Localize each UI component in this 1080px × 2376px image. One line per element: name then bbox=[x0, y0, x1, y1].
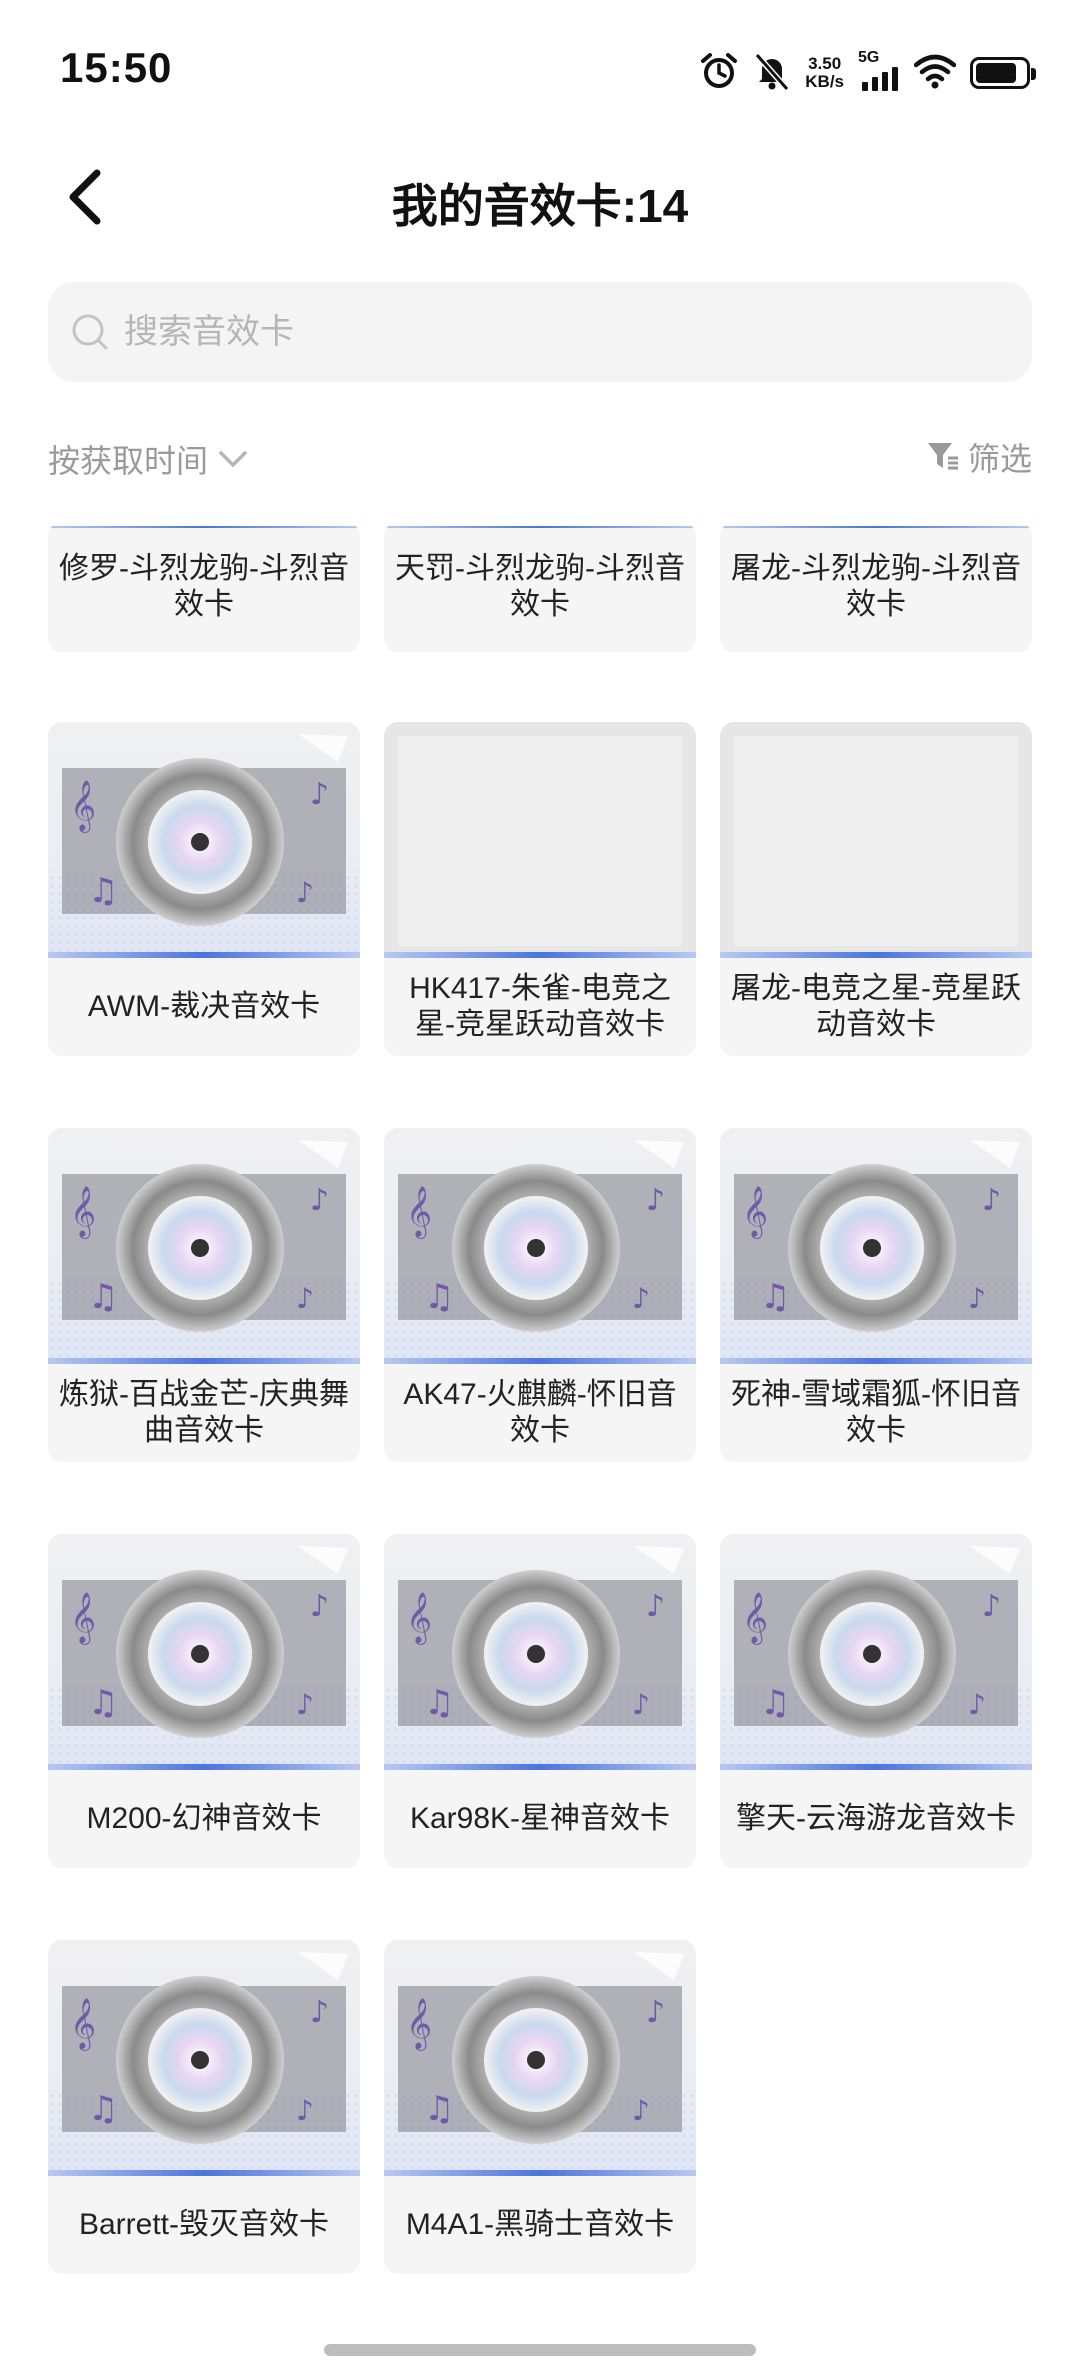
sound-card[interactable]: AK47-火麒麟-怀旧音效卡 bbox=[384, 1128, 696, 1462]
toolbar: 按获取时间 筛选 bbox=[48, 428, 1032, 488]
card-name: 死神-雪域霜狐-怀旧音效卡 bbox=[731, 1378, 1021, 1447]
card-name: 天罚-斗烈龙驹-斗烈音效卡 bbox=[395, 552, 685, 621]
mute-bell-icon bbox=[753, 51, 791, 96]
speed-value: 3.50 bbox=[808, 54, 842, 73]
card-thumbnail bbox=[48, 1128, 360, 1364]
card-thumbnail-placeholder bbox=[720, 722, 1032, 958]
sound-card[interactable]: M4A1-黑骑士音效卡 bbox=[384, 1940, 696, 2274]
chevron-down-icon bbox=[219, 451, 247, 467]
sound-card[interactable]: Kar98K-星神音效卡 bbox=[384, 1534, 696, 1868]
network-speed: 3.50 KB/s bbox=[805, 55, 844, 91]
status-time: 15:50 bbox=[60, 44, 173, 91]
card-name: Barrett-毁灭音效卡 bbox=[78, 2208, 330, 2241]
status-icons: 3.50 KB/s 5G bbox=[699, 49, 1036, 96]
card-name: 屠龙-电竞之星-竞星跃动音效卡 bbox=[731, 972, 1021, 1041]
status-bar: 15:50 3.50 KB/s 5G bbox=[0, 0, 1080, 140]
filter-button[interactable]: 筛选 bbox=[926, 434, 1032, 480]
card-name: AK47-火麒麟-怀旧音效卡 bbox=[403, 1378, 677, 1447]
card-thumbnail-placeholder bbox=[384, 722, 696, 958]
card-name: M200-幻神音效卡 bbox=[86, 1802, 322, 1835]
card-name: M4A1-黑骑士音效卡 bbox=[405, 2208, 675, 2241]
card-thumbnail bbox=[48, 722, 360, 958]
sound-card[interactable]: AWM-裁决音效卡 bbox=[48, 722, 360, 1056]
card-name: 擎天-云海游龙音效卡 bbox=[736, 1802, 1016, 1835]
speed-unit: KB/s bbox=[805, 72, 844, 91]
card-thumbnail bbox=[48, 1940, 360, 2176]
sound-card-grid: 修罗-斗烈龙驹-斗烈音效卡 天罚-斗烈龙驹-斗烈音效卡 屠龙-斗烈龙驹-斗烈音效… bbox=[48, 526, 1032, 2286]
sound-card[interactable]: 天罚-斗烈龙驹-斗烈音效卡 bbox=[384, 526, 696, 652]
page-title: 我的音效卡:14 bbox=[391, 180, 689, 232]
filter-icon bbox=[927, 443, 958, 470]
filter-label: 筛选 bbox=[967, 441, 1032, 477]
sound-card[interactable]: 炼狱-百战金芒-庆典舞曲音效卡 bbox=[48, 1128, 360, 1462]
sound-card[interactable]: 屠龙-电竞之星-竞星跃动音效卡 bbox=[720, 722, 1032, 1056]
sound-card[interactable]: 修罗-斗烈龙驹-斗烈音效卡 bbox=[48, 526, 360, 652]
alarm-icon bbox=[699, 51, 739, 96]
sound-card[interactable]: 屠龙-斗烈龙驹-斗烈音效卡 bbox=[720, 526, 1032, 652]
sort-dropdown[interactable]: 按获取时间 bbox=[48, 436, 248, 482]
card-thumbnail bbox=[720, 526, 1032, 528]
search-icon bbox=[72, 314, 108, 350]
card-name: 屠龙-斗烈龙驹-斗烈音效卡 bbox=[731, 552, 1021, 621]
card-thumbnail bbox=[384, 1534, 696, 1770]
card-name: 修罗-斗烈龙驹-斗烈音效卡 bbox=[59, 552, 349, 621]
sound-card[interactable]: 擎天-云海游龙音效卡 bbox=[720, 1534, 1032, 1868]
sound-card[interactable]: HK417-朱雀-电竞之星-竞星跃动音效卡 bbox=[384, 722, 696, 1056]
signal-icon: 5G bbox=[858, 49, 900, 93]
card-thumbnail bbox=[48, 526, 360, 528]
sort-label: 按获取时间 bbox=[48, 443, 209, 479]
card-thumbnail bbox=[720, 1534, 1032, 1770]
sound-card[interactable]: Barrett-毁灭音效卡 bbox=[48, 1940, 360, 2274]
sound-card[interactable]: M200-幻神音效卡 bbox=[48, 1534, 360, 1868]
card-thumbnail bbox=[384, 1940, 696, 2176]
card-thumbnail bbox=[720, 1128, 1032, 1364]
card-thumbnail bbox=[48, 1534, 360, 1770]
card-thumbnail bbox=[384, 526, 696, 528]
card-thumbnail bbox=[384, 1128, 696, 1364]
search-bar[interactable] bbox=[48, 282, 1032, 382]
home-indicator[interactable] bbox=[324, 2344, 756, 2356]
search-input[interactable] bbox=[122, 311, 986, 353]
header: 我的音效卡:14 bbox=[0, 150, 1080, 250]
network-type: 5G bbox=[858, 49, 880, 66]
wifi-icon bbox=[913, 53, 957, 94]
card-name: Kar98K-星神音效卡 bbox=[409, 1802, 671, 1835]
card-name: AWM-裁决音效卡 bbox=[87, 990, 321, 1023]
battery-icon bbox=[970, 57, 1036, 89]
sound-card[interactable]: 死神-雪域霜狐-怀旧音效卡 bbox=[720, 1128, 1032, 1462]
card-name: HK417-朱雀-电竞之星-竞星跃动音效卡 bbox=[409, 972, 671, 1041]
card-name: 炼狱-百战金芒-庆典舞曲音效卡 bbox=[59, 1378, 349, 1447]
